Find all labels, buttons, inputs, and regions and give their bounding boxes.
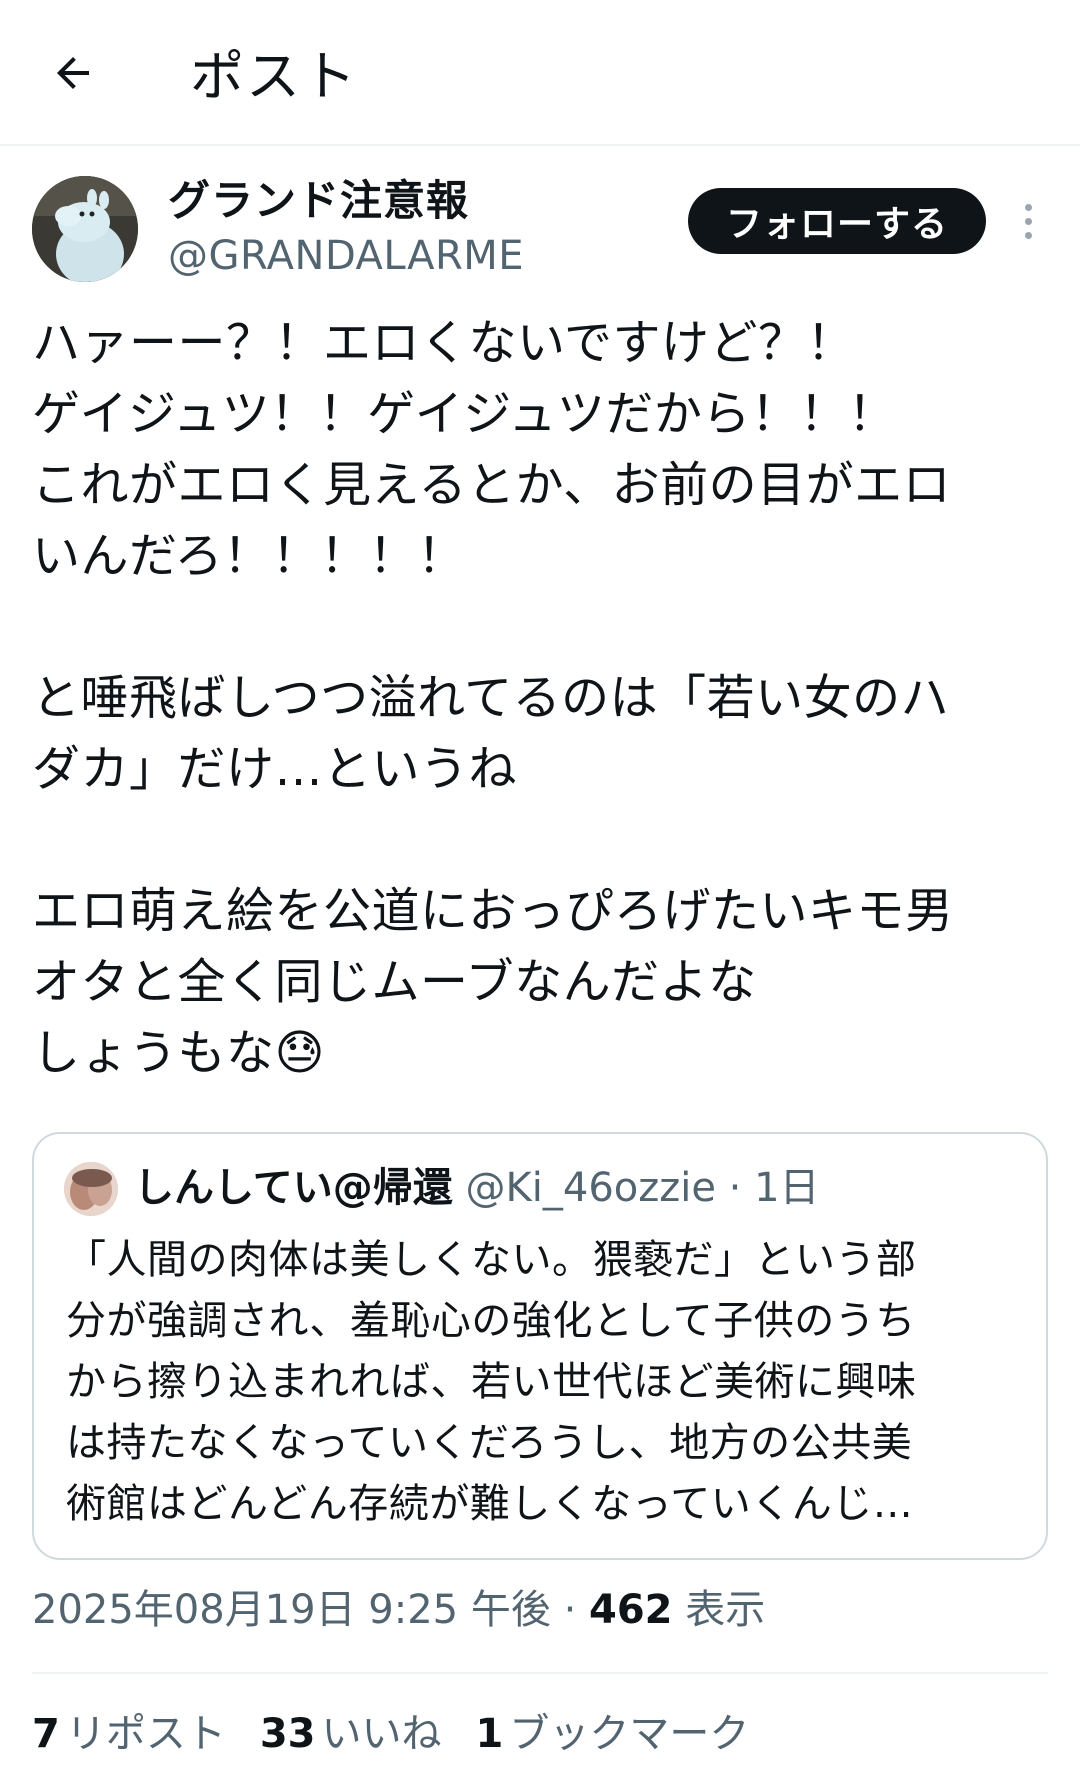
author-avatar[interactable]: [32, 176, 138, 282]
divider: [32, 1672, 1048, 1674]
quoted-display-name: しんしてい@帰還: [134, 1165, 453, 1211]
follow-button[interactable]: フォローする: [688, 188, 986, 254]
post-datetime[interactable]: 2025年08月19日 9:25 午後: [32, 1587, 551, 1633]
quoted-handle-time: @Ki_46ozzie · 1日: [452, 1165, 820, 1211]
page-title: ポスト: [190, 45, 358, 108]
likes-label: いいね: [321, 1711, 442, 1757]
quoted-author-avatar: [64, 1162, 118, 1216]
top-bar: ポスト: [0, 0, 1080, 146]
reposts-label: リポスト: [65, 1711, 226, 1757]
quoted-avatar-image: [64, 1162, 118, 1216]
views-count: 462: [589, 1587, 673, 1633]
quoted-post-text: 「人間の肉体は美しくない。猥褻だ」という部 分が強調され、羞恥心の強化として子供…: [66, 1237, 917, 1527]
quoted-post-card[interactable]: しんしてい@帰還 @Ki_46ozzie · 1日 「人間の肉体は美しくない。猥…: [32, 1132, 1048, 1560]
post-timestamp-row: 2025年08月19日 9:25 午後 · 462 表示: [32, 1582, 765, 1638]
bookmarks-label: ブックマーク: [509, 1711, 750, 1757]
more-vertical-icon-dot: [1024, 217, 1032, 225]
bookmarks-count: 1: [475, 1711, 504, 1757]
reposts-count: 7: [32, 1711, 60, 1757]
more-vertical-icon-dot: [1024, 231, 1032, 239]
quoted-author-line: しんしてい@帰還 @Ki_46ozzie · 1日: [134, 1160, 820, 1216]
bookmarks-stat[interactable]: 1 ブックマーク: [476, 1706, 750, 1762]
engagement-stats: 7 リポスト 33 いいね 1 ブックマーク: [32, 1706, 749, 1762]
arrow-left-icon: [57, 57, 89, 89]
more-vertical-icon: [1024, 203, 1032, 211]
moomin-avatar-image: [32, 176, 138, 282]
author-handle[interactable]: @GRANDALARME: [168, 230, 524, 282]
likes-stat[interactable]: 33 いいね: [260, 1706, 442, 1762]
reposts-stat[interactable]: 7 リポスト: [32, 1706, 226, 1762]
back-button[interactable]: [40, 40, 106, 106]
post-text: ハァーー？！エロくないですけど？！ ゲイジュツ！！ゲイジュツだから！！！ これが…: [32, 315, 954, 1081]
likes-count: 33: [259, 1711, 316, 1757]
author-display-name[interactable]: グランド注意報: [168, 174, 469, 228]
views-label: 表示: [672, 1587, 766, 1633]
separator-dot: ·: [550, 1587, 590, 1633]
more-options-button[interactable]: [1008, 196, 1048, 246]
